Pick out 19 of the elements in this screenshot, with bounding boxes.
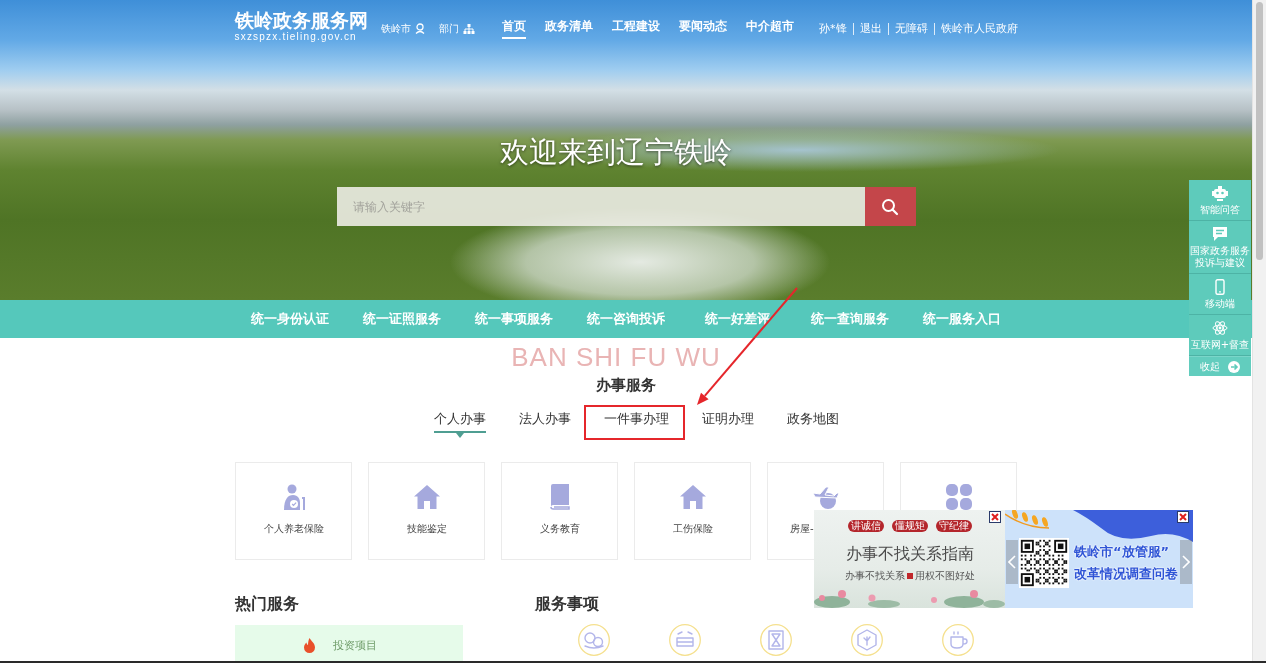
card-label: 个人养老保险 xyxy=(263,523,324,535)
poster-subtitle: 办事不找关系 xyxy=(844,570,905,582)
poster-subtitle: 用权不图好处 xyxy=(914,570,975,582)
card-label: 房屋- xyxy=(790,523,814,535)
banner-text: 改革情况调查问卷 xyxy=(1074,566,1178,582)
section-heading: 热门服务 xyxy=(234,595,299,613)
poster-title: 办事不找关系指南 xyxy=(845,544,974,564)
section-heading: 办事服务 xyxy=(596,376,656,394)
hero-title: 欢迎来到辽宁铁岭 xyxy=(499,135,732,169)
slogan-seal: 讲诚信 xyxy=(847,520,884,532)
banner-text: 铁岭市“放管服” xyxy=(1074,544,1171,560)
card-label: 工伤保险 xyxy=(672,523,713,535)
slogan-seal: 懂规矩 xyxy=(891,520,928,532)
background-lettering: BAN SHI FU WU xyxy=(511,344,722,370)
card-label: 义务教育 xyxy=(539,523,580,535)
slogan-seal: 守纪律 xyxy=(935,520,972,532)
card-label: 技能鉴定 xyxy=(406,523,447,535)
section-heading: 服务事项 xyxy=(534,595,599,613)
site-domain: sxzspzx.tieling.gov.cn xyxy=(234,31,358,42)
